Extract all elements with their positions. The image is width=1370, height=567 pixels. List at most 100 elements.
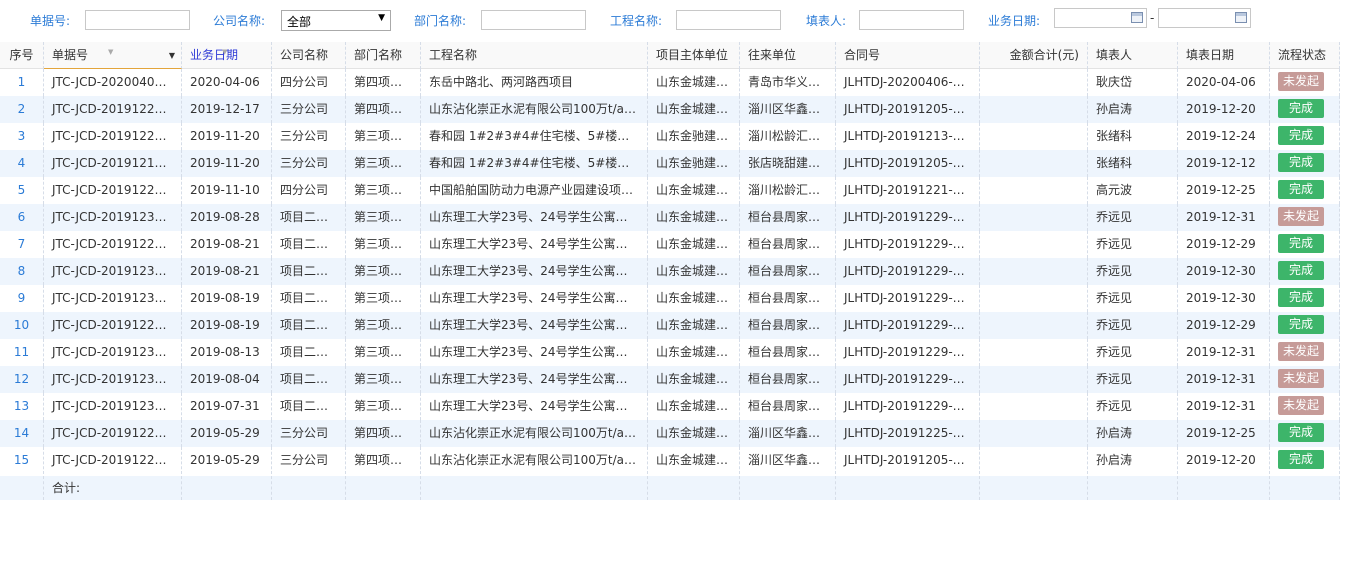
col-header-filler[interactable]: 填表人 — [1088, 42, 1178, 69]
dept-input[interactable] — [481, 10, 586, 30]
cell-filler: 高元波 — [1088, 177, 1178, 204]
doc-no-input[interactable] — [85, 10, 190, 30]
cell-project: 山东理工大学23号、24号学生公寓建… — [421, 339, 648, 366]
table-row[interactable]: 10 JTC-JCD-20191229… 2019-08-19 项目二… 第三项… 山东理… — [0, 312, 1340, 339]
cell-doc-no[interactable]: JTC-JCD-20191220… — [44, 447, 182, 474]
total-label: 合计: — [44, 476, 182, 500]
cell-idx[interactable]: 8 — [0, 258, 44, 285]
status-badge[interactable]: 未发起 — [1278, 207, 1324, 226]
col-header-contract[interactable]: 合同号 — [836, 42, 980, 69]
cell-fill-date: 2019-12-30 — [1178, 258, 1270, 285]
project-input[interactable] — [676, 10, 781, 30]
status-badge[interactable]: 完成 — [1278, 423, 1324, 442]
cell-contract: JLHTDJ-20191229-001 — [836, 204, 980, 231]
col-header-project[interactable]: 工程名称 — [421, 42, 648, 69]
cell-filler: 乔远见 — [1088, 339, 1178, 366]
table-row[interactable]: 12 JTC-JCD-20191231… 2019-08-04 项目二… 第三项… 山东理… — [0, 366, 1340, 393]
status-badge[interactable]: 未发起 — [1278, 369, 1324, 388]
cell-idx[interactable]: 6 — [0, 204, 44, 231]
cell-status: 完成 — [1270, 258, 1340, 285]
cell-biz-date: 2020-04-06 — [182, 69, 272, 96]
table-row[interactable]: 15 JTC-JCD-20191220… 2019-05-29 三分公司 第四项… 山东沾… — [0, 447, 1340, 474]
col-header-biz-date[interactable]: ▼ 业务日期 — [182, 42, 272, 69]
sort-indicator-icon: ▼ — [108, 48, 114, 56]
cell-idx[interactable]: 3 — [0, 123, 44, 150]
cell-filler: 孙启涛 — [1088, 96, 1178, 123]
dept-label: 部门名称: — [414, 14, 467, 28]
col-header-dept[interactable]: 部门名称 — [346, 42, 421, 69]
col-header-company[interactable]: 公司名称 — [272, 42, 346, 69]
filler-input[interactable] — [859, 10, 964, 30]
biz-date-start-input[interactable] — [1054, 8, 1147, 28]
table-row[interactable]: 11 JTC-JCD-20191231… 2019-08-13 项目二… 第三项… 山东理… — [0, 339, 1340, 366]
col-header-status[interactable]: 流程状态 — [1270, 42, 1340, 69]
cell-idx[interactable]: 14 — [0, 420, 44, 447]
cell-doc-no[interactable]: JTC-JCD-20191224… — [44, 123, 182, 150]
cell-doc-no[interactable]: JTC-JCD-20191230… — [44, 285, 182, 312]
cell-idx[interactable]: 5 — [0, 177, 44, 204]
calendar-icon[interactable] — [1235, 12, 1247, 23]
col-header-doc-no[interactable]: ▼ 单据号 ▼ — [44, 42, 182, 69]
cell-idx[interactable]: 10 — [0, 312, 44, 339]
status-badge[interactable]: 未发起 — [1278, 396, 1324, 415]
table-row[interactable]: 1 JTC-JCD-20200406… 2020-04-06 四分公司 第四项… 东岳中路… — [0, 69, 1340, 96]
cell-idx[interactable]: 12 — [0, 366, 44, 393]
status-badge[interactable]: 完成 — [1278, 261, 1324, 280]
col-header-owner[interactable]: 项目主体单位 — [648, 42, 740, 69]
cell-owner: 山东金城建… — [648, 312, 740, 339]
table-row[interactable]: 3 JTC-JCD-20191224… 2019-11-20 三分公司 第三项… 春和园 … — [0, 123, 1340, 150]
cell-doc-no[interactable]: JTC-JCD-20191225… — [44, 177, 182, 204]
col-header-fill-date[interactable]: 填表日期 — [1178, 42, 1270, 69]
status-badge[interactable]: 完成 — [1278, 126, 1324, 145]
cell-idx[interactable]: 1 — [0, 69, 44, 96]
cell-doc-no[interactable]: JTC-JCD-20191229… — [44, 312, 182, 339]
table-row[interactable]: 14 JTC-JCD-20191225… 2019-05-29 三分公司 第四项… 山东沾… — [0, 420, 1340, 447]
table-row[interactable]: 8 JTC-JCD-20191230… 2019-08-21 项目二… 第三项… 山东理工… — [0, 258, 1340, 285]
cell-doc-no[interactable]: JTC-JCD-20191231… — [44, 339, 182, 366]
col-header-amount[interactable]: 金额合计(元) — [980, 42, 1088, 69]
column-menu-icon[interactable]: ▼ — [169, 42, 175, 68]
status-badge[interactable]: 完成 — [1278, 315, 1324, 334]
cell-doc-no[interactable]: JTC-JCD-20191231… — [44, 393, 182, 420]
status-badge[interactable]: 未发起 — [1278, 72, 1324, 91]
table-row[interactable]: 2 JTC-JCD-20191220… 2019-12-17 三分公司 第四项… 山东沾化… — [0, 96, 1340, 123]
status-badge[interactable]: 完成 — [1278, 288, 1324, 307]
cell-biz-date: 2019-08-21 — [182, 231, 272, 258]
cell-amount — [980, 204, 1088, 231]
cell-idx[interactable]: 13 — [0, 393, 44, 420]
cell-filler: 孙启涛 — [1088, 447, 1178, 474]
cell-project: 山东沾化崇正水泥有限公司100万t/a… — [421, 96, 648, 123]
status-badge[interactable]: 完成 — [1278, 180, 1324, 199]
table-row[interactable]: 6 JTC-JCD-20191231… 2019-08-28 项目二… 第三项… 山东理工… — [0, 204, 1340, 231]
table-row[interactable]: 5 JTC-JCD-20191225… 2019-11-10 四分公司 第三项… 中国船舶… — [0, 177, 1340, 204]
table-row[interactable]: 9 JTC-JCD-20191230… 2019-08-19 项目二… 第三项… 山东理工… — [0, 285, 1340, 312]
cell-partner: 淄川松龄汇… — [740, 177, 836, 204]
cell-doc-no[interactable]: JTC-JCD-20191231… — [44, 204, 182, 231]
cell-doc-no[interactable]: JTC-JCD-20191229… — [44, 231, 182, 258]
biz-date-end-input[interactable] — [1158, 8, 1251, 28]
table-row[interactable]: 4 JTC-JCD-20191212… 2019-11-20 三分公司 第三项… 春和园 … — [0, 150, 1340, 177]
status-badge[interactable]: 完成 — [1278, 450, 1324, 469]
status-badge[interactable]: 完成 — [1278, 153, 1324, 172]
cell-idx[interactable]: 2 — [0, 96, 44, 123]
cell-idx[interactable]: 15 — [0, 447, 44, 474]
cell-idx[interactable]: 4 — [0, 150, 44, 177]
col-header-partner[interactable]: 往来单位 — [740, 42, 836, 69]
cell-idx[interactable]: 11 — [0, 339, 44, 366]
cell-doc-no[interactable]: JTC-JCD-20200406… — [44, 69, 182, 96]
total-cell — [182, 476, 272, 500]
calendar-icon[interactable] — [1131, 12, 1143, 23]
cell-doc-no[interactable]: JTC-JCD-20191231… — [44, 366, 182, 393]
cell-doc-no[interactable]: JTC-JCD-20191212… — [44, 150, 182, 177]
status-badge[interactable]: 完成 — [1278, 234, 1324, 253]
cell-idx[interactable]: 9 — [0, 285, 44, 312]
cell-doc-no[interactable]: JTC-JCD-20191220… — [44, 96, 182, 123]
cell-doc-no[interactable]: JTC-JCD-20191225… — [44, 420, 182, 447]
status-badge[interactable]: 未发起 — [1278, 342, 1324, 361]
table-row[interactable]: 13 JTC-JCD-20191231… 2019-07-31 项目二… 第三项… 山东理… — [0, 393, 1340, 420]
cell-doc-no[interactable]: JTC-JCD-20191230… — [44, 258, 182, 285]
table-row[interactable]: 7 JTC-JCD-20191229… 2019-08-21 项目二… 第三项… 山东理工… — [0, 231, 1340, 258]
status-badge[interactable]: 完成 — [1278, 99, 1324, 118]
company-select[interactable]: 全部 ▼ — [281, 10, 391, 31]
cell-idx[interactable]: 7 — [0, 231, 44, 258]
